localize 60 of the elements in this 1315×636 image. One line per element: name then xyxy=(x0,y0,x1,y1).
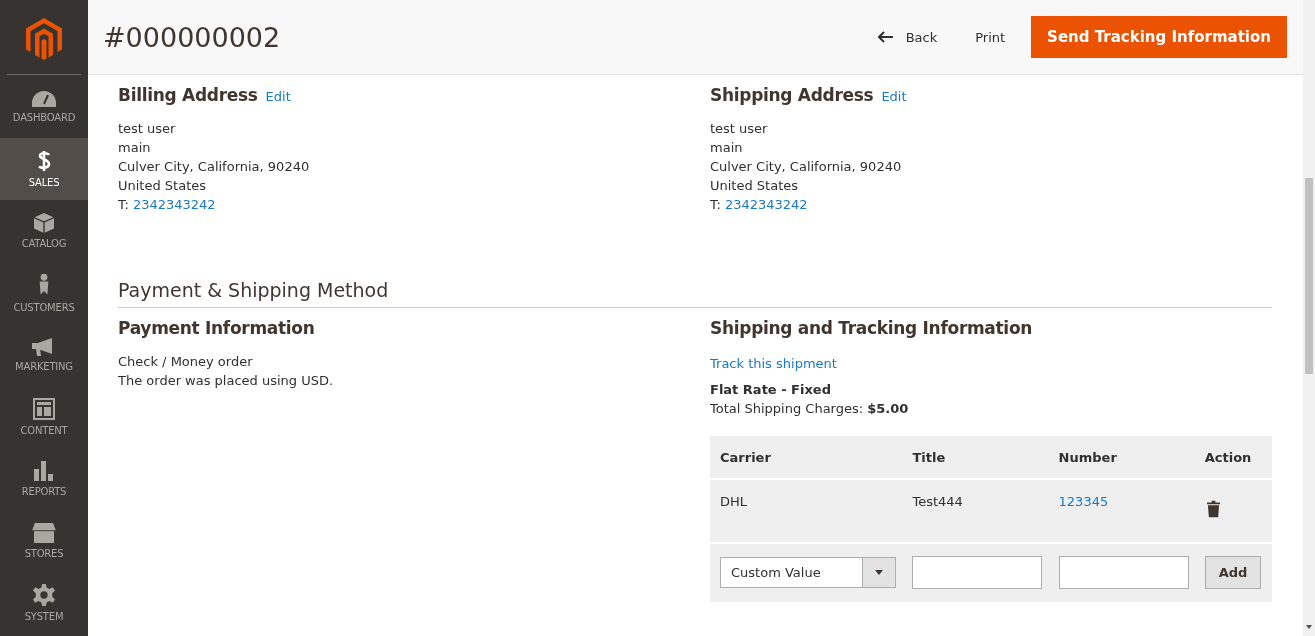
edit-link[interactable]: Edit xyxy=(265,89,291,104)
nav-item[interactable]: STORES xyxy=(0,510,88,572)
payment-line: The order was placed using USD. xyxy=(118,372,335,390)
column-header: Title xyxy=(902,436,1049,479)
tracking-number-link[interactable]: 123345 xyxy=(1058,494,1109,509)
edit-link[interactable]: Edit xyxy=(881,89,907,104)
scrollbar[interactable] xyxy=(1303,0,1315,636)
address-title: Shipping Address xyxy=(710,85,874,105)
nav-item[interactable]: SYSTEM xyxy=(0,572,88,634)
number-input[interactable] xyxy=(1058,556,1189,589)
shipping-title: Shipping and Tracking Information xyxy=(710,318,1034,338)
print-button[interactable]: Print xyxy=(963,19,1018,55)
box-icon xyxy=(34,213,54,233)
phone-label: T: xyxy=(118,196,129,214)
nav-item[interactable]: CUSTOMERS xyxy=(0,262,88,324)
address-line: test user xyxy=(710,120,769,138)
arrow-left-icon xyxy=(877,31,894,43)
address-line: Culver City, California, 90240 xyxy=(710,158,903,176)
section-title: Payment & Shipping Method xyxy=(118,279,1272,308)
nav-item[interactable]: DASHBOARD xyxy=(0,76,88,138)
add-button[interactable]: Add xyxy=(1204,556,1262,589)
bar-chart-icon xyxy=(34,461,54,481)
address-line: main xyxy=(118,139,152,157)
nav-item[interactable]: MARKETING xyxy=(0,324,88,386)
logo-icon xyxy=(26,18,62,60)
settings-icon xyxy=(33,584,55,606)
column-header: Action xyxy=(1194,436,1272,479)
send-tracking-button[interactable]: Send Tracking Information xyxy=(1031,16,1287,58)
dollar-icon xyxy=(37,150,51,172)
shipping-method: Flat Rate - Fixed xyxy=(710,381,832,399)
nav-item[interactable]: SALES xyxy=(0,138,88,200)
address-line: United States xyxy=(118,177,208,195)
trash-icon[interactable] xyxy=(1206,500,1220,518)
phone-link[interactable]: 2342343242 xyxy=(724,195,808,214)
gauge-icon xyxy=(32,91,56,107)
address-line: Culver City, California, 90240 xyxy=(118,158,311,176)
address-line: test user xyxy=(118,120,177,138)
back-button[interactable]: Back xyxy=(865,19,950,55)
layout-icon xyxy=(33,398,55,420)
payment-title: Payment Information xyxy=(118,318,316,338)
title-input[interactable] xyxy=(912,556,1043,589)
storefront-icon xyxy=(32,523,56,543)
column-header: Carrier xyxy=(710,436,903,479)
nav-item[interactable]: CATALOG xyxy=(0,200,88,262)
address-line: United States xyxy=(710,177,800,195)
phone-label: T: xyxy=(710,196,721,214)
payment-line: Check / Money order xyxy=(118,353,254,371)
caret-icon xyxy=(875,570,883,575)
track-link[interactable]: Track this shipment xyxy=(710,354,1272,373)
nav-item[interactable]: CONTENT xyxy=(0,386,88,448)
address-title: Billing Address xyxy=(118,85,258,105)
column-header: Number xyxy=(1048,436,1195,479)
nav-item[interactable]: REPORTS xyxy=(0,448,88,510)
phone-link[interactable]: 2342343242 xyxy=(132,195,216,214)
table-cell: Test444 xyxy=(902,479,1049,543)
carrier-select[interactable]: Custom Value xyxy=(720,557,896,588)
address-line: main xyxy=(710,139,744,157)
table-cell: DHL xyxy=(710,479,903,543)
page-title: #000000002 xyxy=(103,21,281,53)
shipping-charges: Total Shipping Charges: $5.00 xyxy=(710,400,910,418)
